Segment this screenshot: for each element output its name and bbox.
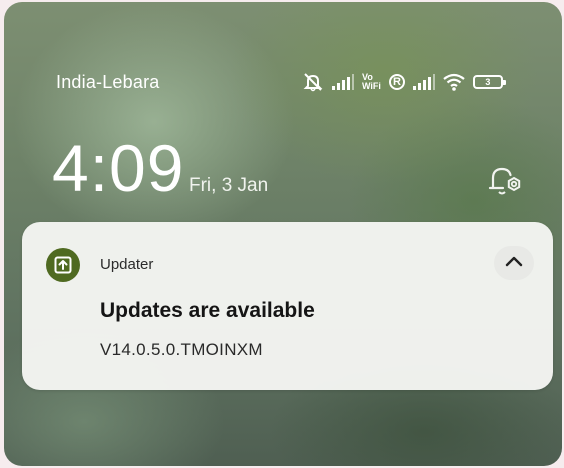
update-notification-card[interactable]: Updater Updates are available V14.0.5.0.… — [22, 222, 553, 390]
wifi-icon — [443, 73, 465, 91]
notification-body: V14.0.5.0.TMOINXM — [100, 340, 263, 359]
vowifi-icon: Vo WiFi — [362, 73, 381, 91]
carrier-name: India-Lebara — [56, 72, 160, 92]
lockscreen-date: Fri, 3 Jan — [189, 175, 269, 196]
chevron-up-icon — [505, 254, 523, 272]
lock-screen: India-Lebara Vo WiFi R 3 4:09 Fri, 3 Jan… — [4, 2, 562, 466]
mute-icon — [302, 72, 324, 92]
status-icons: Vo WiFi R 3 — [302, 70, 506, 94]
notification-app-name: Updater — [100, 256, 154, 273]
update-arrow-icon — [46, 248, 80, 282]
notification-title: Updates are available — [100, 299, 315, 322]
signal-icon — [332, 74, 354, 90]
battery-level: 3 — [485, 77, 491, 87]
lockscreen-clock: 4:09 — [52, 131, 185, 205]
notification-settings-icon[interactable] — [485, 162, 525, 198]
battery-icon: 3 — [472, 75, 506, 89]
collapse-button[interactable] — [494, 246, 534, 280]
roaming-icon: R — [388, 74, 405, 90]
signal-icon — [412, 74, 435, 90]
vowifi-bottom-label: WiFi — [362, 81, 381, 91]
